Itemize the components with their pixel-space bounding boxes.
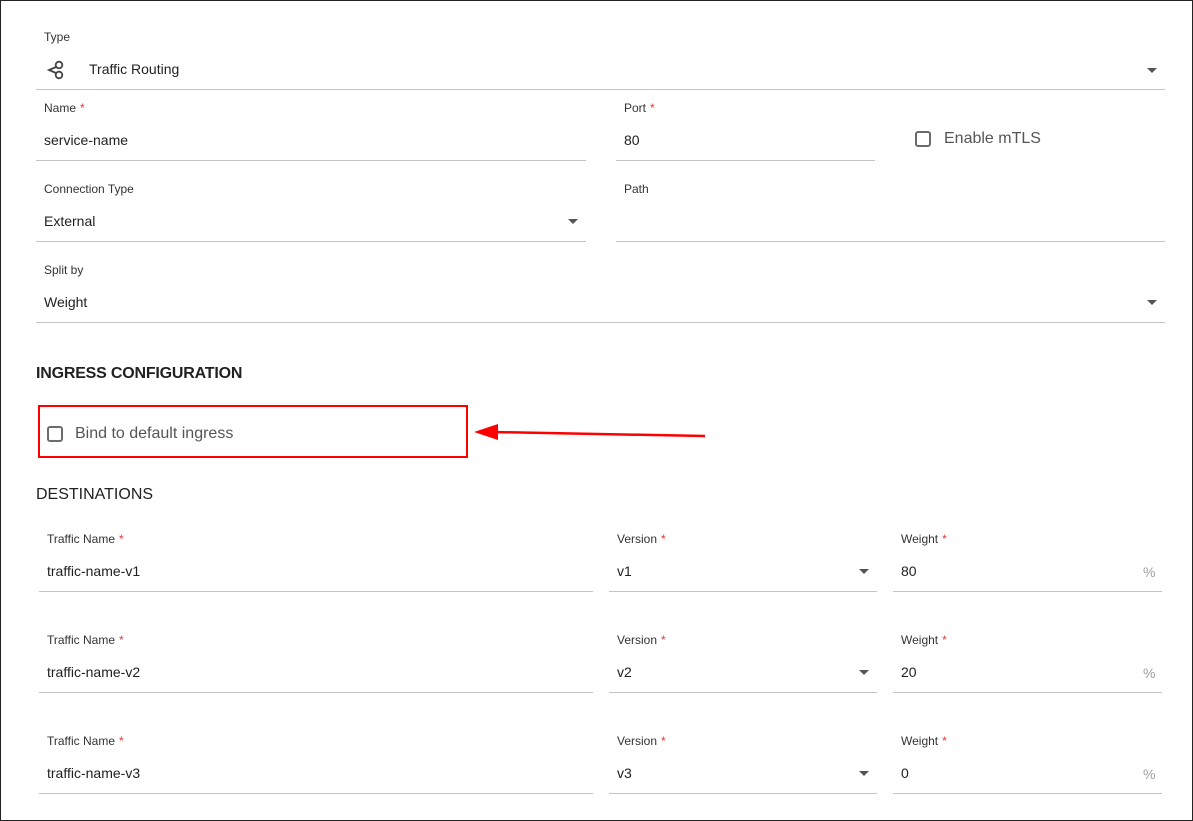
version-value: v2: [617, 664, 632, 680]
name-label: Name *: [44, 101, 85, 115]
connection-type-value: External: [44, 213, 96, 229]
version-label: Version *: [617, 633, 666, 647]
name-input[interactable]: service-name: [44, 132, 128, 148]
version-label: Version *: [617, 734, 666, 748]
chevron-down-icon: [1147, 300, 1157, 305]
traffic-name-underline: [39, 692, 593, 693]
connection-type-underline: [36, 241, 586, 242]
destinations-heading: DESTINATIONS: [36, 486, 154, 503]
split-by-label: Split by: [44, 263, 84, 277]
traffic-name-input[interactable]: traffic-name-v2: [47, 664, 140, 680]
split-by-value: Weight: [44, 294, 88, 310]
weight-input[interactable]: 20: [901, 664, 917, 680]
split-by-underline: [36, 322, 1165, 323]
bind-default-ingress-label: Bind to default ingress: [75, 425, 234, 442]
chevron-down-icon: [1147, 68, 1157, 73]
traffic-name-label: Traffic Name *: [47, 633, 124, 647]
share-nodes-icon: [46, 60, 64, 80]
percent-suffix: %: [1143, 665, 1156, 681]
percent-suffix: %: [1143, 564, 1156, 580]
traffic-name-input[interactable]: traffic-name-v3: [47, 765, 140, 781]
enable-mtls-label: Enable mTLS: [944, 130, 1041, 147]
chevron-down-icon: [859, 771, 869, 776]
port-underline: [616, 160, 875, 161]
weight-underline: [893, 793, 1162, 794]
chevron-down-icon: [859, 670, 869, 675]
weight-input[interactable]: 0: [901, 765, 909, 781]
traffic-name-input[interactable]: traffic-name-v1: [47, 563, 140, 579]
weight-underline: [893, 692, 1162, 693]
traffic-name-underline: [39, 793, 593, 794]
chevron-down-icon: [568, 219, 578, 224]
traffic-name-label: Traffic Name *: [47, 532, 124, 546]
name-underline: [36, 160, 586, 161]
version-underline: [609, 591, 877, 592]
weight-label: Weight *: [901, 633, 947, 647]
version-label: Version *: [617, 532, 666, 546]
type-value: Traffic Routing: [89, 61, 180, 77]
weight-label: Weight *: [901, 734, 947, 748]
checkbox-icon[interactable]: [915, 131, 931, 147]
annotation-arrow-icon: [474, 424, 706, 440]
port-input[interactable]: 80: [624, 132, 640, 148]
weight-label: Weight *: [901, 532, 947, 546]
type-label: Type: [44, 30, 71, 44]
port-label: Port *: [624, 101, 655, 115]
weight-underline: [893, 591, 1162, 592]
chevron-down-icon: [859, 569, 869, 574]
version-value: v3: [617, 765, 632, 781]
version-underline: [609, 692, 877, 693]
version-value: v1: [617, 563, 632, 579]
connection-type-label: Connection Type: [44, 182, 134, 196]
path-label: Path: [624, 182, 649, 196]
type-underline: [36, 89, 1165, 90]
version-underline: [609, 793, 877, 794]
traffic-name-underline: [39, 591, 593, 592]
weight-input[interactable]: 80: [901, 563, 917, 579]
percent-suffix: %: [1143, 766, 1156, 782]
traffic-name-label: Traffic Name *: [47, 734, 124, 748]
path-underline: [616, 241, 1165, 242]
checkbox-icon[interactable]: [47, 426, 63, 442]
ingress-heading: INGRESS CONFIGURATION: [36, 365, 243, 382]
